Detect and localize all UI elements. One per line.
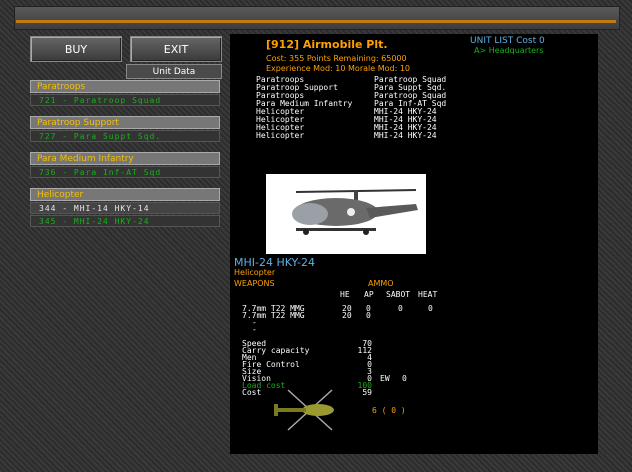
points-value: 65000 (381, 54, 407, 63)
ew-value: 0 (402, 374, 407, 383)
weapon-heat: 0 (428, 304, 433, 313)
unit-count: 6 ( 0 ) (372, 406, 406, 415)
roster-unit: MHI-24 HKY-24 (374, 131, 437, 140)
formation-cost: Cost: 355 Points Remaining: 65000 (266, 54, 407, 63)
title-bar-accent (16, 20, 616, 23)
category-para-medium-infantry[interactable]: Para Medium Infantry (30, 152, 220, 165)
ew-label: EW (380, 374, 390, 383)
morale-label: Morale Mod: (348, 64, 398, 73)
col-ap: AP (364, 290, 374, 299)
cost-value: 355 (289, 54, 305, 63)
col-heat: HEAT (418, 290, 438, 299)
ammo-header: AMMO (368, 279, 394, 288)
col-he: HE (340, 290, 350, 299)
stat-label: Cost (242, 388, 262, 397)
roster-list: Paratroops Paratroop Squad Paratroop Supp… (256, 76, 446, 140)
list-item[interactable]: 736 - Para Inf-AT Sqd (30, 166, 220, 178)
title-bar (14, 6, 620, 30)
helicopter-photo-icon (292, 189, 418, 235)
unit-list-cost: 0 (538, 36, 545, 46)
roster-type: Helicopter (256, 131, 305, 140)
unit-list-label: UNIT LIST (470, 36, 514, 46)
list-item[interactable]: 727 - Para Suppt Sqd. (30, 130, 220, 142)
headquarters-link[interactable]: A> Headquarters (474, 46, 544, 55)
purchase-panel: BUY EXIT Unit Data Paratroops 721 - Para… (26, 34, 222, 454)
formation-mods: Experience Mod: 10 Morale Mod: 10 (266, 64, 410, 73)
exp-label: Experience Mod: (266, 64, 333, 73)
buy-button[interactable]: BUY (30, 36, 122, 62)
col-sabot: SABOT (386, 290, 411, 299)
weapon-ap: 0 (366, 311, 371, 320)
unit-data-button[interactable]: Unit Data (126, 64, 222, 79)
unit-photo (266, 174, 426, 254)
exp-value: 10 (335, 64, 346, 73)
exit-button[interactable]: EXIT (130, 36, 222, 62)
category-paratroop-support[interactable]: Paratroop Support (30, 116, 220, 129)
weapon-sabot: 0 (398, 304, 403, 313)
unit-details-panel: [912] Airmobile Plt. Cost: 355 Points Re… (230, 34, 600, 454)
morale-value: 10 (399, 64, 410, 73)
category-paratroops[interactable]: Paratroops (30, 80, 220, 93)
right-border (598, 34, 610, 454)
formation-title: [912] Airmobile Plt. (266, 38, 388, 51)
helicopter-top-view-icon (268, 388, 338, 432)
cost-label: Cost: (266, 54, 287, 63)
roster-row[interactable]: Helicopter MHI-24 HKY-24 (256, 132, 446, 140)
category-helicopter[interactable]: Helicopter (30, 188, 220, 201)
unit-class: Helicopter (234, 268, 276, 277)
unit-list-cost-label: Cost (516, 36, 537, 46)
list-item-selected[interactable]: 344 - MHI-14 HKY-14 (30, 202, 220, 214)
weapon-he: 20 (342, 311, 352, 320)
list-item[interactable]: 345 - MHI-24 HKY-24 (30, 215, 220, 227)
unit-list-header[interactable]: UNIT LIST Cost 0 (470, 36, 545, 46)
list-item[interactable]: 721 - Paratroop Squad (30, 94, 220, 106)
points-label: Points Remaining: (306, 54, 379, 63)
weapon-empty-slot: - (252, 325, 257, 334)
stat-value: 59 (362, 388, 372, 397)
weapons-header: WEAPONS (234, 279, 275, 288)
